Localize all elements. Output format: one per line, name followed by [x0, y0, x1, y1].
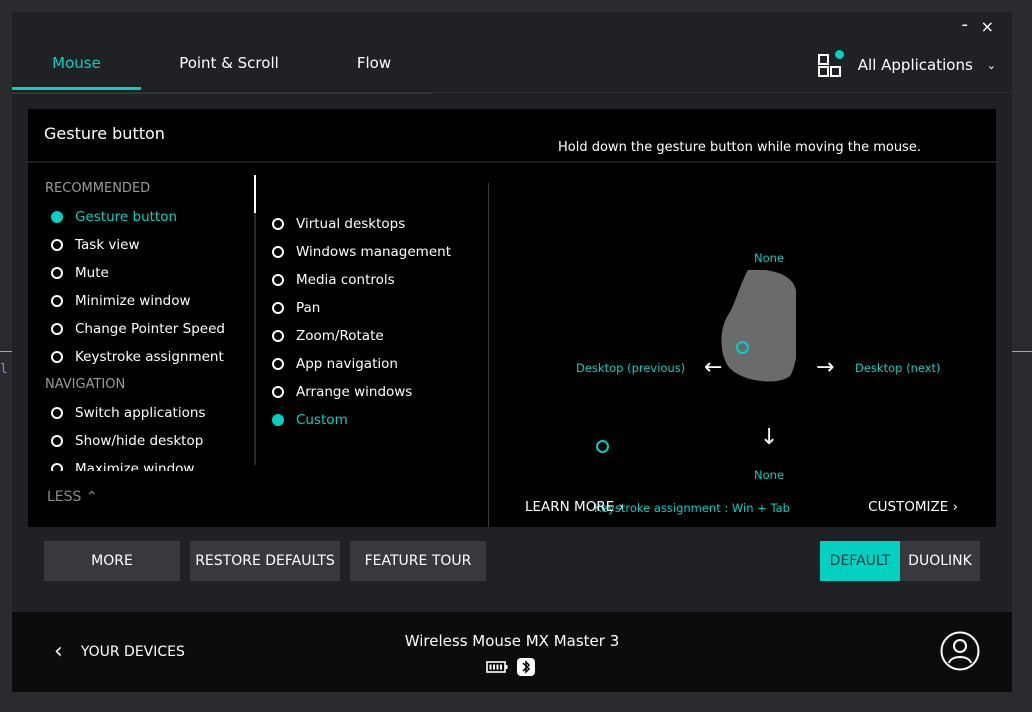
battery-icon [486, 661, 508, 673]
gesture-preset-list: Virtual desktops Windows management Medi… [272, 210, 472, 434]
bluetooth-icon [517, 658, 535, 676]
radio-icon [51, 239, 63, 251]
gesture-left-label[interactable]: Desktop (previous) [576, 361, 685, 375]
less-toggle[interactable]: LESS ⌃ [47, 489, 98, 505]
preset-arrange-windows[interactable]: Arrange windows [272, 378, 472, 406]
minimize-button[interactable]: - [962, 14, 969, 35]
profile-icon[interactable] [940, 631, 980, 671]
option-minimize-window[interactable]: Minimize window [45, 287, 255, 315]
radio-icon [51, 463, 63, 471]
option-mute[interactable]: Mute [45, 259, 255, 287]
background-code-glyph: l [0, 362, 8, 377]
learn-more-link[interactable]: LEARN MORE › [525, 499, 624, 515]
background-divider-left [0, 351, 12, 352]
radio-icon [51, 323, 63, 335]
radio-icon [51, 295, 63, 307]
radio-icon [51, 435, 63, 447]
option-switch-applications[interactable]: Switch applications [45, 399, 255, 427]
chevron-up-icon: ⌃ [85, 489, 98, 505]
mouse-graphic [721, 270, 796, 382]
section-navigation: NAVIGATION [45, 377, 126, 392]
applications-selector[interactable]: All Applications ⌄ [817, 50, 996, 77]
preset-custom[interactable]: Custom [272, 406, 472, 434]
option-show-hide-desktop[interactable]: Show/hide desktop [45, 427, 255, 455]
option-change-pointer-speed[interactable]: Change Pointer Speed [45, 315, 255, 343]
panel-title: Gesture button [44, 124, 165, 143]
default-toggle[interactable]: DEFAULT [820, 541, 900, 581]
tab-mouse[interactable]: Mouse [12, 50, 141, 90]
restore-defaults-button[interactable]: RESTORE DEFAULTS [190, 541, 340, 581]
chevron-right-icon: › [952, 499, 958, 515]
preset-media-controls[interactable]: Media controls [272, 266, 472, 294]
option-gesture-button[interactable]: Gesture button [45, 203, 255, 231]
customize-link[interactable]: CUSTOMIZE › [868, 499, 958, 515]
preset-zoom-rotate[interactable]: Zoom/Rotate [272, 322, 472, 350]
gesture-down-label[interactable]: None [754, 468, 784, 482]
gesture-diagram: None ↑ Desktop (previous) ← → Desktop (n… [489, 163, 996, 527]
button-assignment-list[interactable]: RECOMMENDED Gesture button Task view Mut… [45, 175, 255, 471]
device-name: Wireless Mouse MX Master 3 [404, 632, 620, 650]
list-scrollbar-track[interactable] [254, 175, 256, 465]
more-button[interactable]: MORE [44, 541, 180, 581]
close-button[interactable]: × [981, 17, 994, 36]
radio-icon [272, 246, 284, 258]
section-recommended: RECOMMENDED [45, 181, 151, 196]
list-scrollbar-thumb[interactable] [254, 175, 256, 213]
radio-icon [272, 386, 284, 398]
chevron-down-icon: ⌄ [986, 58, 996, 72]
background-divider-right [1012, 351, 1032, 352]
feature-tour-button[interactable]: FEATURE TOUR [350, 541, 486, 581]
option-maximize-window[interactable]: Maximize window [45, 455, 255, 471]
apps-grid-icon [817, 50, 844, 77]
radio-icon [272, 330, 284, 342]
arrow-down-icon: ↓ [760, 425, 779, 450]
preset-app-navigation[interactable]: App navigation [272, 350, 472, 378]
preset-windows-management[interactable]: Windows management [272, 238, 472, 266]
radio-icon [51, 351, 63, 363]
radio-selected-icon [51, 211, 63, 223]
preset-virtual-desktops[interactable]: Virtual desktops [272, 210, 472, 238]
options-window: - × Mouse Point & Scroll Flow All Applic… [12, 12, 1012, 692]
gesture-up-label[interactable]: None [754, 251, 784, 265]
duolink-toggle[interactable]: DUOLINK [900, 541, 980, 581]
radio-icon [272, 302, 284, 314]
gesture-button-marker [736, 341, 749, 354]
gesture-right-label[interactable]: Desktop (next) [855, 361, 941, 375]
radio-icon [51, 407, 63, 419]
option-task-view[interactable]: Task view [45, 231, 255, 259]
click-marker [596, 440, 609, 453]
footer-bar: ‹ YOUR DEVICES Wireless Mouse MX Master … [12, 612, 1012, 692]
gesture-panel: Gesture button Hold down the gesture but… [28, 109, 996, 527]
gesture-hint: Hold down the gesture button while movin… [558, 140, 921, 155]
radio-icon [272, 218, 284, 230]
arrow-right-icon: → [816, 355, 835, 380]
radio-icon [272, 358, 284, 370]
device-status [486, 658, 535, 676]
radio-icon [272, 274, 284, 286]
applications-label: All Applications [857, 56, 973, 74]
tab-flow[interactable]: Flow [334, 50, 414, 90]
chevron-right-icon: › [618, 499, 624, 515]
tab-bar: Mouse Point & Scroll Flow [12, 50, 432, 94]
tab-point-and-scroll[interactable]: Point & Scroll [162, 50, 296, 90]
radio-selected-icon [272, 414, 284, 426]
header-divider [12, 92, 1012, 93]
preset-pan[interactable]: Pan [272, 294, 472, 322]
radio-icon [51, 267, 63, 279]
option-keystroke-assignment[interactable]: Keystroke assignment [45, 343, 255, 371]
